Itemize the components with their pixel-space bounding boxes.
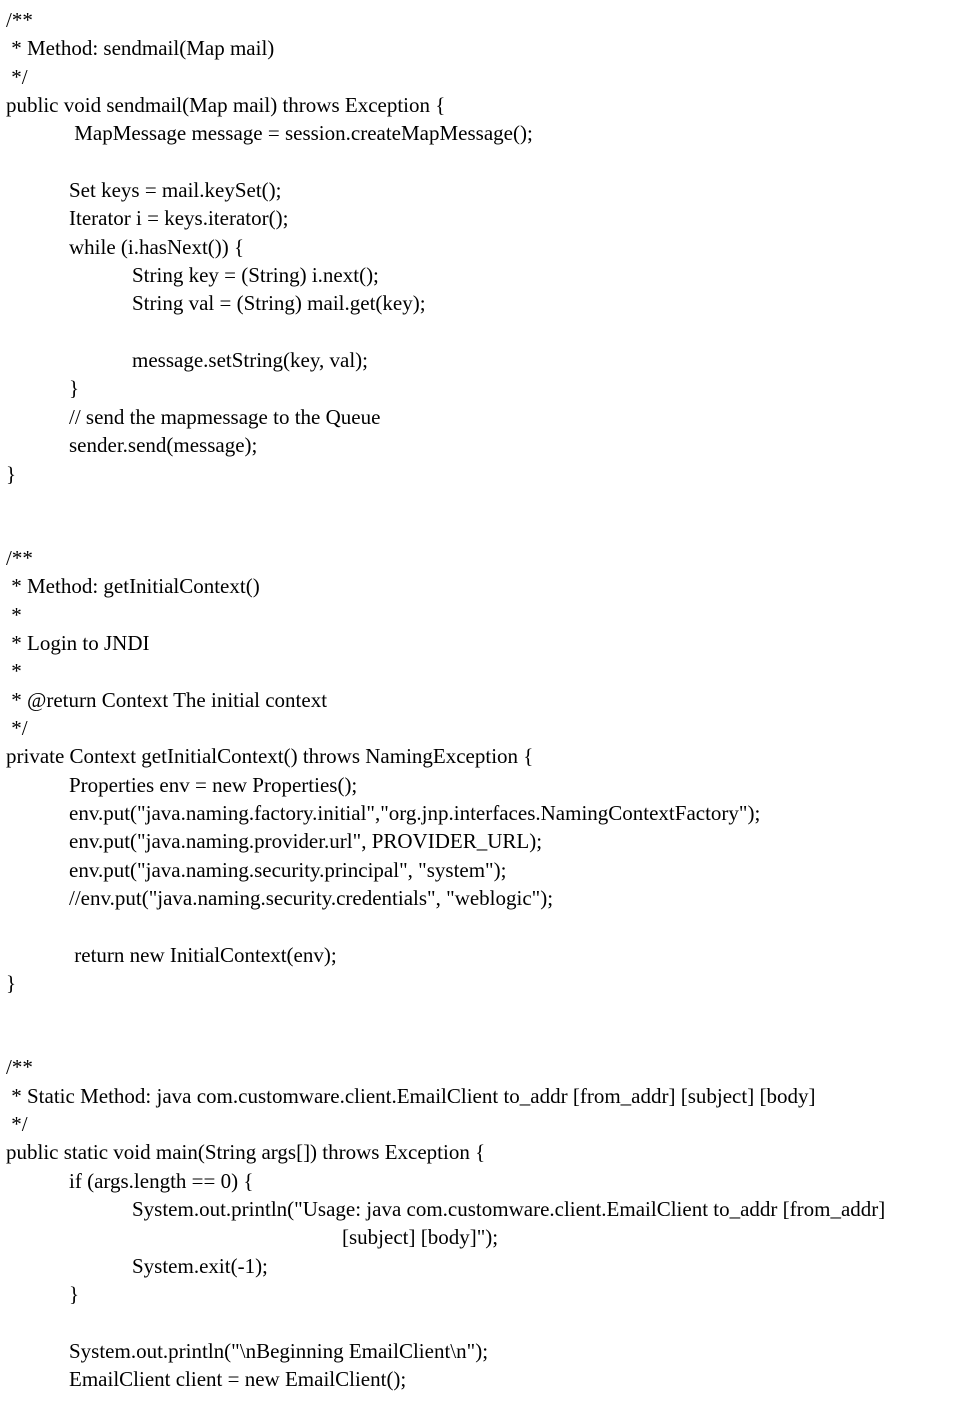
code-block-sendmail: /** * Method: sendmail(Map mail) */ publ… bbox=[6, 6, 954, 488]
code-block-main: /** * Static Method: java com.customware… bbox=[6, 1053, 954, 1393]
block-gap bbox=[6, 488, 954, 544]
block-gap bbox=[6, 997, 954, 1053]
code-block-getinitialcontext: /** * Method: getInitialContext() * * Lo… bbox=[6, 544, 954, 998]
